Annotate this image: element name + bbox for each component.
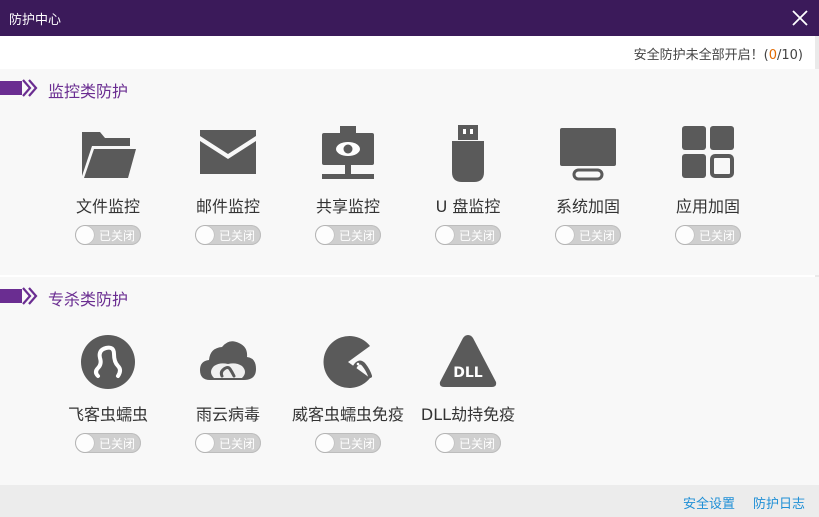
toggle-label: 已关闭 <box>699 229 736 243</box>
close-icon[interactable] <box>789 7 811 29</box>
section-marker-icon <box>0 79 38 97</box>
toggle-knob <box>316 434 334 452</box>
section-title: 专杀类防护 <box>48 290 129 309</box>
protection-status: 安全防护未全部开启！(0/10) <box>634 44 803 63</box>
security-settings-link[interactable]: 安全设置 <box>683 493 735 512</box>
pacman-worm-icon <box>318 332 378 392</box>
toggle-knob <box>196 434 214 452</box>
toggle-knob <box>196 226 214 244</box>
mail-icon <box>198 124 258 184</box>
dll-hijack-toggle[interactable]: 已关闭 <box>435 433 501 453</box>
item-usb-monitor: U 盘监控 已关闭 <box>408 124 528 245</box>
toggle-knob <box>556 226 574 244</box>
toggle-knob <box>436 434 454 452</box>
network-share-icon <box>318 124 378 184</box>
section-title: 监控类防护 <box>48 82 129 101</box>
item-wecker-worm-immunity: 威客虫蠕虫免疫 已关闭 <box>288 332 408 453</box>
status-prefix: 安全防护未全部开启！( <box>633 48 769 63</box>
usb-drive-icon <box>438 124 498 184</box>
toggle-label: 已关闭 <box>459 437 496 451</box>
status-open-count: 0 <box>768 48 777 63</box>
dll-warning-icon: DLL <box>438 332 498 392</box>
item-system-harden: 系统加固 已关闭 <box>528 124 648 245</box>
monitor-icon <box>558 124 618 184</box>
item-mail-monitor: 邮件监控 已关闭 <box>168 124 288 245</box>
apps-grid-icon <box>678 124 738 184</box>
worm-cloud-icon <box>198 332 258 392</box>
wecker-toggle[interactable]: 已关闭 <box>315 433 381 453</box>
toggle-label: 已关闭 <box>339 229 376 243</box>
toggle-label: 已关闭 <box>459 229 496 243</box>
item-app-harden: 应用加固 已关闭 <box>648 124 768 245</box>
toggle-label: 已关闭 <box>99 437 136 451</box>
toggle-knob <box>76 434 94 452</box>
item-label: 共享监控 <box>315 197 380 216</box>
toggle-knob <box>76 226 94 244</box>
mail-monitor-toggle[interactable]: 已关闭 <box>195 225 261 245</box>
toggle-knob <box>436 226 454 244</box>
item-label: U 盘监控 <box>435 197 501 216</box>
item-label: 应用加固 <box>675 197 740 216</box>
toggle-label: 已关闭 <box>219 437 256 451</box>
item-label: 威客虫蠕虫免疫 <box>291 405 404 424</box>
toggle-label: 已关闭 <box>219 229 256 243</box>
section-marker-icon <box>0 287 38 305</box>
protection-log-link[interactable]: 防护日志 <box>753 493 805 512</box>
system-harden-toggle[interactable]: 已关闭 <box>555 225 621 245</box>
item-file-monitor: 文件监控 已关闭 <box>48 124 168 245</box>
toggle-label: 已关闭 <box>99 229 136 243</box>
worm-circle-icon <box>78 332 138 392</box>
item-label: 飞客虫蠕虫 <box>67 405 148 424</box>
conficker-toggle[interactable]: 已关闭 <box>75 433 141 453</box>
item-conficker-worm: 飞客虫蠕虫 已关闭 <box>48 332 168 453</box>
usb-monitor-toggle[interactable]: 已关闭 <box>435 225 501 245</box>
rain-cloud-toggle[interactable]: 已关闭 <box>195 433 261 453</box>
item-dll-hijack-immunity: DLL DLL劫持免疫 已关闭 <box>408 332 528 453</box>
status-total: /10) <box>777 48 803 63</box>
app-harden-toggle[interactable]: 已关闭 <box>675 225 741 245</box>
item-label: 雨云病毒 <box>195 405 260 424</box>
section-monitoring: 监控类防护 文件监控 已关闭 邮件监控 已关闭 共享监控 已关闭 U 盘监控 已… <box>0 69 819 275</box>
file-monitor-toggle[interactable]: 已关闭 <box>75 225 141 245</box>
item-share-monitor: 共享监控 已关闭 <box>288 124 408 245</box>
folder-icon <box>78 124 138 184</box>
title-bar: 防护中心 <box>0 0 819 36</box>
toggle-knob <box>676 226 694 244</box>
item-label: 邮件监控 <box>195 197 260 216</box>
window-title: 防护中心 <box>9 13 62 28</box>
item-label: 系统加固 <box>555 197 620 216</box>
footer-bar: 安全设置 防护日志 <box>0 485 819 517</box>
item-label: 文件监控 <box>75 197 140 216</box>
section-specific-kill: 专杀类防护 飞客虫蠕虫 已关闭 雨云病毒 已关闭 威客虫蠕虫免疫 已关闭 DLL… <box>0 277 819 485</box>
toggle-knob <box>316 226 334 244</box>
toggle-label: 已关闭 <box>339 437 376 451</box>
item-rain-cloud-virus: 雨云病毒 已关闭 <box>168 332 288 453</box>
svg-text:DLL: DLL <box>453 365 483 381</box>
toggle-label: 已关闭 <box>579 229 616 243</box>
share-monitor-toggle[interactable]: 已关闭 <box>315 225 381 245</box>
item-label: DLL劫持免疫 <box>420 405 516 424</box>
